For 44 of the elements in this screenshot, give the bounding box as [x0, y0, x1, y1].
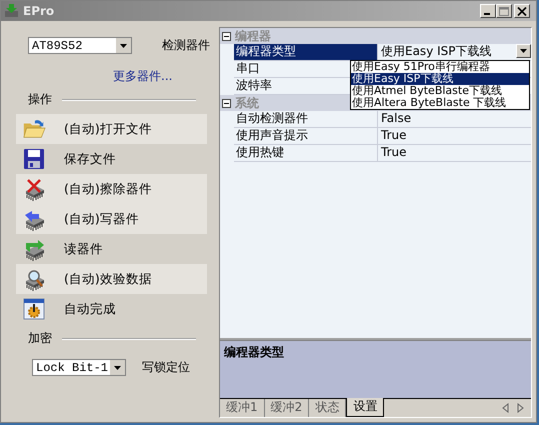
operation-item[interactable]: 读器件 [16, 234, 207, 264]
operation-item[interactable]: (自动)擦除器件 [16, 174, 207, 204]
tab[interactable]: 缓冲2 [264, 399, 310, 417]
close-icon [517, 6, 527, 16]
property-value: True [381, 128, 406, 144]
operation-item[interactable]: (自动)打开文件 [16, 114, 207, 144]
maximize-button[interactable] [496, 4, 512, 18]
caret-icon [114, 366, 121, 370]
caret-icon [520, 49, 527, 53]
property-name[interactable]: 编程器类型 [234, 44, 378, 60]
tab[interactable]: 设置 [346, 398, 384, 417]
property-name[interactable]: 使用热键 [234, 145, 378, 161]
device-dropdown[interactable]: AT89S52 [28, 37, 132, 54]
dropdown-option[interactable]: 使用Altera ByteBlaste 下载线 [351, 97, 529, 109]
minimize-icon [484, 13, 490, 15]
property-value: 使用Easy ISP下载线 [381, 44, 492, 60]
dropdown-option[interactable]: 使用Easy ISP下载线 [351, 73, 529, 85]
operation-item[interactable]: 自动完成 [16, 294, 207, 324]
app-icon [4, 3, 20, 19]
collapse-icon[interactable] [222, 32, 231, 40]
write-lock-label[interactable]: 写锁定位 [142, 359, 190, 376]
minimize-button[interactable] [480, 4, 496, 18]
detect-label: 检测器件 [162, 37, 210, 54]
scroll-arrows-icon[interactable] [501, 403, 525, 413]
collapse-icon[interactable] [222, 98, 231, 108]
lock-bit-dropdown[interactable]: Lock Bit-1 [32, 359, 126, 376]
property-name[interactable]: 自动检测器件 [234, 111, 378, 127]
property-value: False [381, 111, 412, 127]
caret-icon [120, 44, 127, 48]
property-name[interactable]: 使用声音提示 [234, 128, 378, 144]
maximize-icon [499, 6, 509, 16]
operation-item[interactable]: 保存文件 [16, 144, 207, 174]
description-title: 编程器类型 [224, 345, 284, 359]
section-label: 操作 [28, 91, 52, 108]
more-devices-link[interactable]: 更多器件... [113, 68, 172, 85]
operation-item[interactable]: (自动)效验数据 [16, 264, 207, 294]
window-title: EPro [23, 4, 56, 18]
dropdown-button[interactable] [516, 44, 531, 58]
gear-window-icon [22, 297, 46, 321]
tab[interactable]: 缓冲1 [220, 399, 265, 417]
close-button[interactable] [514, 4, 530, 18]
property-value: True [381, 145, 406, 161]
operation-item[interactable]: (自动)写器件 [16, 204, 207, 234]
section-label: 加密 [28, 330, 52, 347]
